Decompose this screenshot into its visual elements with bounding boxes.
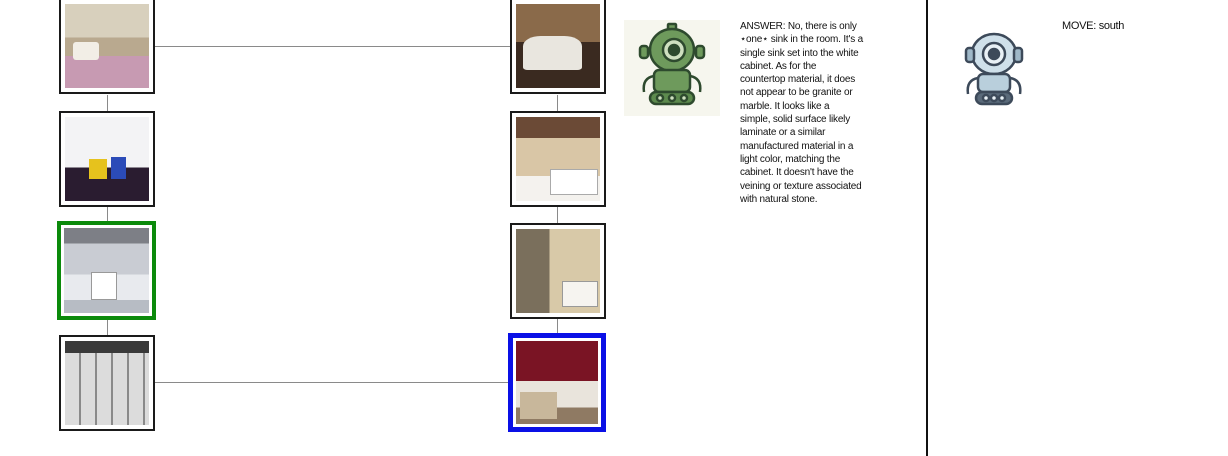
graph-edge [155,382,510,383]
room-thumbnail [65,4,149,88]
room-node-kids-room[interactable] [59,111,155,207]
room-graph [0,0,610,456]
graph-edge [107,95,108,111]
room-thumbnail [516,117,600,201]
room-thumbnail [65,117,149,201]
room-node-garage[interactable] [510,0,606,94]
graph-edge [557,95,558,111]
graph-edge [107,319,108,335]
room-thumbnail [65,341,149,425]
room-node-bedroom[interactable] [59,0,155,94]
graph-edge [155,46,510,47]
room-node-bathroom[interactable] [510,111,606,207]
room-node-closet[interactable] [59,335,155,431]
room-thumbnail [516,341,598,424]
robot-icon [958,30,1030,108]
room-thumbnail [64,228,149,313]
graph-edge [557,207,558,223]
graph-edge [557,319,558,333]
room-node-bathroom[interactable] [510,223,606,319]
move-text: MOVE: south [1062,20,1125,32]
graph-edge [107,207,108,222]
room-node-current-bathroom[interactable] [57,221,156,320]
panel-divider [926,0,928,456]
answer-text: ANSWER: No, there is only ⋆one⋆ sink in … [740,21,863,205]
room-thumbnail [516,4,600,88]
room-thumbnail [516,229,600,313]
room-node-target-bathroom[interactable] [508,333,606,432]
robot-icon [624,20,720,116]
